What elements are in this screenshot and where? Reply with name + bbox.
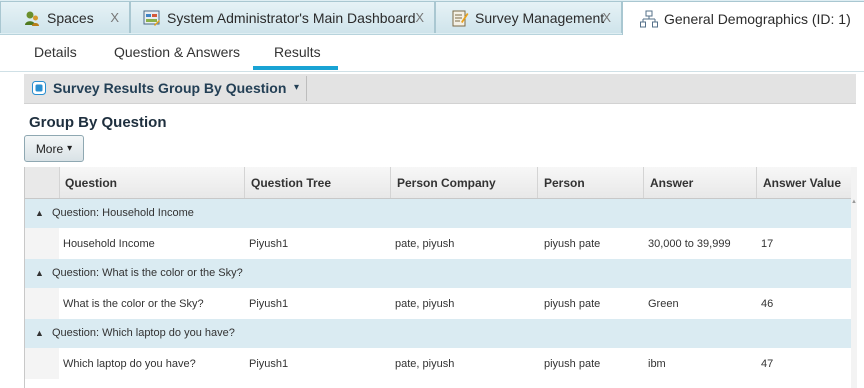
tab-survey-management[interactable]: Survey Management X [435, 1, 622, 33]
close-icon[interactable]: X [415, 10, 424, 25]
column-header-question-tree[interactable]: Question Tree [245, 167, 391, 198]
cell-person-company: pate, piyush [395, 238, 455, 250]
cell-person-company: pate, piyush [395, 358, 455, 370]
active-subtab-indicator [253, 66, 338, 70]
grid-header: Question Question Tree Person Company Pe… [25, 167, 851, 199]
cell-person-company: pate, piyush [395, 298, 455, 310]
tab-label: Spaces [47, 9, 94, 26]
cell-question-tree: Piyush1 [249, 298, 289, 310]
table-row[interactable]: What is the color or the Sky? Piyush1 pa… [25, 288, 851, 319]
cell-answer: ibm [648, 358, 666, 370]
column-header-question[interactable]: Question [59, 167, 245, 198]
tab-label: System Administrator's Main Dashboard [167, 9, 416, 26]
cell-question-tree: Piyush1 [249, 238, 289, 250]
cell-person: piyush pate [544, 238, 601, 250]
dashboard-icon [143, 10, 160, 26]
column-header-person[interactable]: Person [538, 167, 644, 198]
scroll-up-icon[interactable]: ▲ [851, 199, 857, 205]
column-header-answer[interactable]: Answer [644, 167, 757, 198]
column-header-person-company[interactable]: Person Company [391, 167, 538, 198]
collapse-icon[interactable]: ▲ [35, 328, 44, 338]
cell-person: piyush pate [544, 298, 601, 310]
chevron-down-icon: ▾ [67, 143, 73, 154]
close-icon[interactable]: X [110, 10, 119, 25]
tab-admin-dashboard[interactable]: System Administrator's Main Dashboard X [130, 1, 435, 33]
cell-question: What is the color or the Sky? [63, 298, 204, 310]
collapse-icon[interactable]: ▲ [35, 268, 44, 278]
subtab-details[interactable]: Details [34, 44, 77, 60]
cell-question-tree: Piyush1 [249, 358, 289, 370]
tab-label: Survey Management [475, 9, 605, 26]
tab-spaces[interactable]: Spaces X [0, 1, 130, 33]
tab-label: General Demographics (ID: 1) [664, 10, 851, 27]
subtab-results[interactable]: Results [274, 44, 321, 60]
cell-question: Household Income [63, 238, 155, 250]
column-header-answer-value[interactable]: Answer Value [757, 167, 851, 198]
collapse-icon[interactable]: ▲ [35, 208, 44, 218]
more-button-label: More [35, 141, 64, 156]
divider [306, 76, 307, 101]
survey-icon [452, 10, 469, 26]
results-grid: Question Question Tree Person Company Pe… [24, 167, 857, 388]
group-label: Question: Which laptop do you have? [52, 327, 235, 339]
section-title: Group By Question [29, 114, 167, 131]
hierarchy-icon [640, 10, 658, 27]
tab-general-demographics[interactable]: General Demographics (ID: 1) [622, 1, 864, 35]
cell-answer-value: 47 [761, 358, 774, 370]
close-icon[interactable]: X [602, 10, 611, 25]
subtab-question-answers[interactable]: Question & Answers [114, 44, 240, 60]
chevron-down-icon[interactable]: ▾ [294, 82, 299, 93]
sub-tab-bar: Details Question & Answers Results [0, 34, 864, 72]
tab-bar: Spaces X System Administrator's Main Das… [0, 0, 864, 35]
more-button[interactable]: More ▾ [24, 135, 84, 162]
cell-answer-value: 46 [761, 298, 774, 310]
panel-title[interactable]: Survey Results Group By Question [53, 80, 286, 96]
panel-toggle-icon[interactable] [32, 81, 46, 95]
cell-answer: 30,000 to 39,999 [648, 238, 731, 250]
group-row-household-income[interactable]: ▲ Question: Household Income [25, 199, 851, 228]
table-row[interactable]: Household Income Piyush1 pate, piyush pi… [25, 228, 851, 259]
table-row[interactable]: Which laptop do you have? Piyush1 pate, … [25, 348, 851, 379]
group-label: Question: Household Income [52, 207, 194, 219]
cell-answer-value: 17 [761, 238, 774, 250]
spaces-icon [25, 11, 39, 26]
group-row-sky-color[interactable]: ▲ Question: What is the color or the Sky… [25, 259, 851, 288]
group-row-laptop[interactable]: ▲ Question: Which laptop do you have? [25, 319, 851, 348]
group-label: Question: What is the color or the Sky? [52, 267, 243, 279]
cell-person: piyush pate [544, 358, 601, 370]
cell-answer: Green [648, 298, 679, 310]
cell-question: Which laptop do you have? [63, 358, 196, 370]
grid-header-corner [25, 167, 60, 198]
panel-header: Survey Results Group By Question ▾ [24, 74, 856, 104]
